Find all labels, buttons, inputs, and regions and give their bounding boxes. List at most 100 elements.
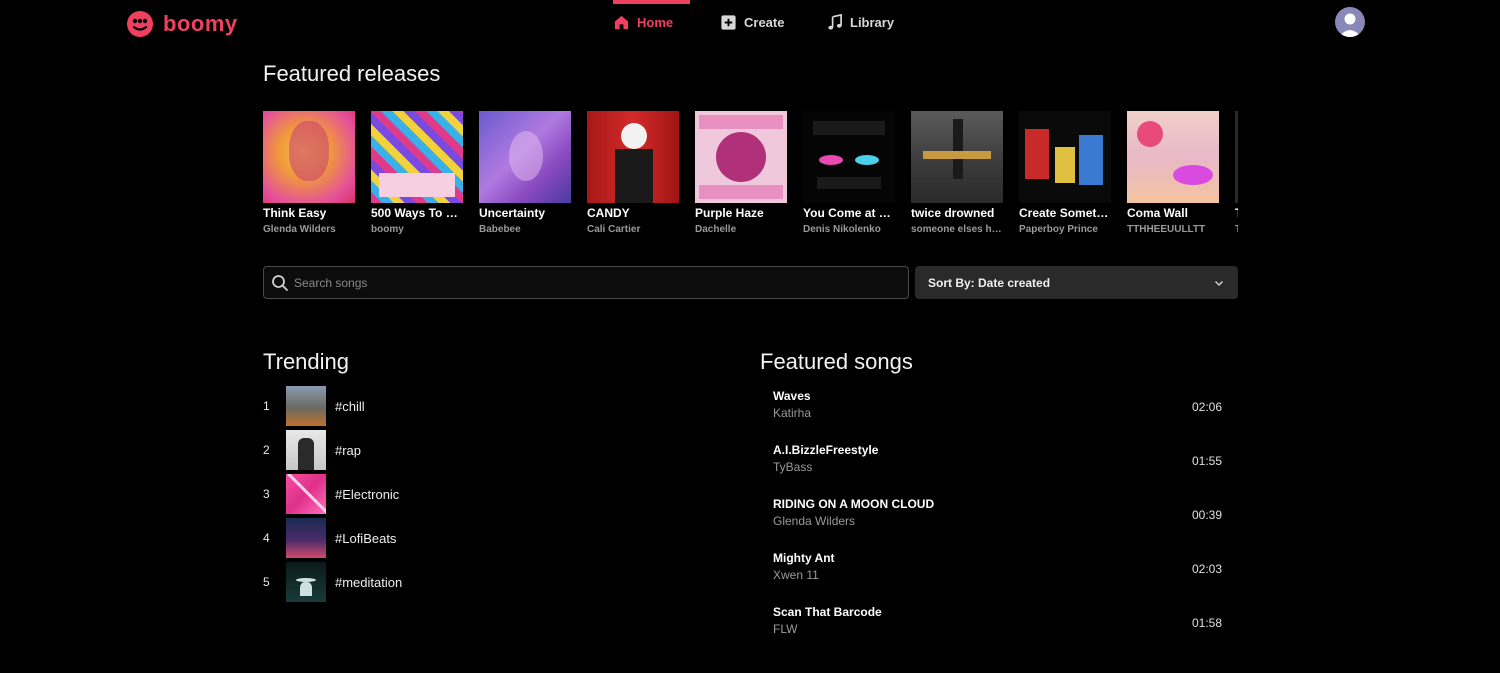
release-artist: TTHHEEUULLTT (1127, 224, 1206, 235)
song-row[interactable]: Waves Katirha 02:06 (773, 389, 1222, 443)
release-cover (695, 111, 787, 203)
release-cover (263, 111, 355, 203)
trending-rank: 3 (263, 487, 270, 501)
song-artist: Katirha (773, 406, 812, 420)
release-artist: Cali Cartier (587, 224, 641, 235)
song-artist: Xwen 11 (773, 568, 819, 582)
release-artist: Paperboy Prince (1019, 224, 1098, 235)
trending-thumbnail (286, 562, 326, 602)
trending-tag: #meditation (335, 574, 403, 590)
release-card[interactable]: twice drowned someone elses heart (911, 111, 1003, 241)
release-card[interactable]: Create Something Paperboy Prince (1019, 111, 1111, 241)
release-title: Purple Haze (695, 206, 764, 220)
trending-thumbnail (286, 430, 326, 470)
trending-thumbnail (286, 518, 326, 558)
trending-item[interactable]: 5 #meditation (263, 562, 402, 602)
boomy-logo[interactable]: boomy (126, 10, 238, 38)
search-input[interactable] (294, 275, 874, 290)
release-card[interactable]: Purple Haze Dachelle (695, 111, 787, 241)
featured-songs-list: Waves Katirha 02:06 A.I.BizzleFreestyle … (773, 389, 1222, 659)
release-artist: Babebee (479, 224, 521, 235)
release-cover (1235, 111, 1238, 203)
release-card[interactable]: Uncertainty Babebee (479, 111, 571, 241)
trending-rank: 1 (263, 399, 270, 413)
release-card[interactable]: Coma Wall TTHHEEUULLTT (1127, 111, 1219, 241)
trending-tag: #LofiBeats (335, 530, 397, 546)
release-artist: boomy (371, 224, 404, 235)
user-icon (1339, 13, 1361, 37)
home-icon (614, 15, 629, 29)
song-duration: 02:03 (1191, 562, 1222, 576)
nav-library[interactable]: Library (826, 0, 916, 44)
song-artist: TyBass (773, 460, 813, 474)
featured-releases-carousel: Think Easy Glenda Wilders 500 Ways To Ha… (263, 111, 1238, 241)
search-icon (272, 274, 288, 291)
release-card[interactable]: Think Easy Glenda Wilders (263, 111, 355, 241)
search-box (263, 266, 909, 299)
boomy-logo-icon (127, 11, 153, 37)
release-title: Create Something (1019, 206, 1111, 220)
release-card[interactable]: T T (1235, 111, 1238, 241)
trending-item[interactable]: 2 #rap (263, 430, 402, 470)
trending-thumbnail (286, 386, 326, 426)
nav-create-label: Create (744, 14, 785, 30)
featured-releases-title: Featured releases (263, 61, 441, 86)
release-card[interactable]: You Come at Night Denis Nikolenko (803, 111, 895, 241)
song-row[interactable]: Mighty Ant Xwen 11 02:03 (773, 551, 1222, 605)
song-row[interactable]: A.I.BizzleFreestyle TyBass 01:55 (773, 443, 1222, 497)
song-duration: 01:58 (1191, 616, 1222, 630)
nav-library-label: Library (850, 14, 895, 30)
song-title: A.I.BizzleFreestyle (773, 443, 879, 457)
trending-item[interactable]: 3 #Electronic (263, 474, 402, 514)
nav-home[interactable]: Home (613, 0, 690, 44)
release-cover (803, 111, 895, 203)
song-artist: Glenda Wilders (773, 514, 856, 528)
trending-item[interactable]: 4 #LofiBeats (263, 518, 402, 558)
trending-tag: #Electronic (335, 486, 400, 502)
plus-square-icon (721, 14, 736, 30)
featured-songs-title: Featured songs (760, 349, 913, 374)
release-title: You Come at Night (803, 206, 895, 220)
release-cover (1127, 111, 1219, 203)
release-title: Think Easy (263, 206, 327, 220)
trending-rank: 5 (263, 575, 270, 589)
release-title: Coma Wall (1127, 206, 1188, 220)
sort-label: Sort By: Date created (928, 275, 1051, 290)
release-cover (371, 111, 463, 203)
trending-rank: 2 (263, 443, 270, 457)
release-artist: someone elses heart (911, 224, 1003, 235)
release-artist: Glenda Wilders (263, 224, 336, 235)
release-title: twice drowned (911, 206, 995, 220)
release-title: CANDY (587, 206, 630, 220)
music-note-icon (828, 13, 842, 30)
trending-list: 1 #chill 2 #rap 3 #Electronic 4 #LofiBea… (263, 386, 402, 606)
brand-name: boomy (163, 11, 238, 36)
release-title: Uncertainty (479, 206, 546, 220)
nav-home-label: Home (637, 14, 674, 30)
song-duration: 02:06 (1191, 400, 1222, 414)
release-artist: Dachelle (695, 224, 737, 235)
trending-rank: 4 (263, 531, 270, 545)
song-title: Scan That Barcode (773, 605, 882, 619)
nav-create[interactable]: Create (720, 0, 800, 44)
release-cover (479, 111, 571, 203)
trending-thumbnail (286, 474, 326, 514)
release-artist: T (1235, 224, 1238, 235)
release-artist: Denis Nikolenko (803, 224, 881, 235)
release-cover (1019, 111, 1111, 203)
trending-item[interactable]: 1 #chill (263, 386, 402, 426)
release-card[interactable]: 500 Ways To Have Fun boomy (371, 111, 463, 241)
song-duration: 01:55 (1191, 454, 1222, 468)
release-card[interactable]: CANDY Cali Cartier (587, 111, 679, 241)
sort-dropdown[interactable]: Sort By: Date created (915, 266, 1238, 299)
song-row[interactable]: Scan That Barcode FLW 01:58 (773, 605, 1222, 659)
user-avatar[interactable] (1335, 7, 1365, 37)
chevron-down-icon (1214, 280, 1224, 286)
song-title: RIDING ON A MOON CLOUD (773, 497, 935, 511)
release-title: 500 Ways To Have Fun (371, 206, 463, 220)
song-row[interactable]: RIDING ON A MOON CLOUD Glenda Wilders 00… (773, 497, 1222, 551)
song-title: Waves (773, 389, 811, 403)
song-duration: 00:39 (1191, 508, 1222, 522)
trending-tag: #rap (335, 442, 362, 458)
release-title: T (1235, 206, 1238, 220)
